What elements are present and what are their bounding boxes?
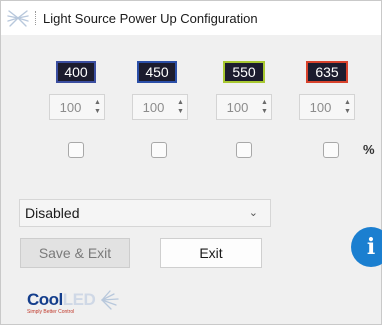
led-400-label: 400: [56, 61, 96, 83]
save-exit-button[interactable]: Save & Exit: [20, 238, 130, 268]
led-550-enable-checkbox[interactable]: [236, 142, 252, 158]
coolled-brand-logo: Cool LED Simply Better Control: [27, 289, 120, 315]
stepper-arrows[interactable]: ▲ ▼: [341, 96, 354, 118]
led-450-power-stepper[interactable]: 100 ▲ ▼: [132, 94, 188, 120]
brand-burst-icon: [101, 290, 119, 310]
stepper-value: 100: [226, 99, 249, 115]
led-450-enable-checkbox[interactable]: [151, 142, 167, 158]
stepper-arrows[interactable]: ▲ ▼: [174, 96, 187, 118]
title-separator: [35, 11, 36, 25]
led-400-power-stepper[interactable]: 100 ▲ ▼: [49, 94, 105, 120]
brand-led-text: LED: [62, 290, 96, 309]
coolled-logo-icon: [1, 1, 35, 35]
exit-button[interactable]: Exit: [160, 238, 262, 268]
title-bar: Light Source Power Up Configuration: [1, 1, 381, 35]
mode-select-value: Disabled: [25, 205, 80, 221]
led-550-power-stepper[interactable]: 100 ▲ ▼: [216, 94, 272, 120]
mode-select[interactable]: Disabled ⌄: [19, 199, 271, 227]
brand-tagline: Simply Better Control: [27, 309, 75, 315]
stepper-value: 100: [309, 99, 332, 115]
power-up-config-window: Light Source Power Up Configuration 400 …: [0, 0, 382, 325]
led-635-power-stepper[interactable]: 100 ▲ ▼: [299, 94, 355, 120]
chevron-down-icon[interactable]: ⌄: [249, 206, 258, 219]
window-title: Light Source Power Up Configuration: [43, 10, 258, 26]
stepper-value: 100: [142, 99, 165, 115]
stepper-arrows[interactable]: ▲ ▼: [258, 96, 271, 118]
info-icon[interactable]: i: [351, 227, 382, 267]
percent-label: %: [363, 142, 375, 157]
led-635-label: 635: [306, 61, 348, 83]
stepper-arrows[interactable]: ▲ ▼: [91, 96, 104, 118]
led-450-label: 450: [137, 61, 177, 83]
led-635-enable-checkbox[interactable]: [323, 142, 339, 158]
stepper-value: 100: [59, 99, 82, 115]
led-400-enable-checkbox[interactable]: [68, 142, 84, 158]
led-550-label: 550: [223, 61, 265, 83]
brand-cool-text: Cool: [27, 290, 63, 309]
